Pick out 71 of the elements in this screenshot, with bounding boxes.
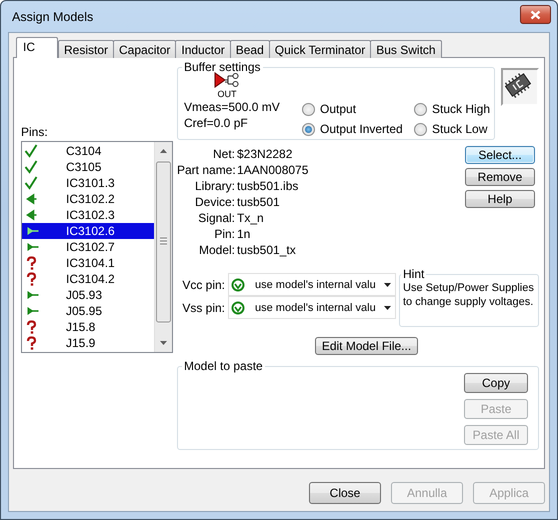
tab[interactable]: Capacitor (113, 40, 176, 58)
symbol-label: OUT (218, 89, 236, 99)
paste-group-button[interactable]: Copy (464, 373, 528, 393)
check-icon (24, 160, 40, 174)
side-button[interactable]: Remove (465, 168, 535, 186)
radio-option[interactable]: Stuck High (414, 99, 490, 119)
detail-value: tusb501.ibs (237, 179, 300, 195)
pin-item[interactable]: C3104 (22, 143, 154, 159)
pin-item[interactable]: IC3102.6 (22, 223, 154, 239)
detail-value: $23N2282 (237, 147, 294, 163)
tab[interactable]: IC (16, 37, 58, 58)
check-icon (24, 176, 40, 190)
radio-button[interactable] (414, 102, 427, 116)
detail-value: tusb501_tx (237, 243, 297, 259)
detail-label: Device: (194, 195, 235, 211)
detail-value: tusb501 (237, 195, 281, 211)
check-icon (24, 144, 40, 158)
pin-item[interactable]: J05.95 (22, 303, 154, 319)
window-title: Assign Models (12, 10, 94, 24)
pin-item[interactable]: C3105 (22, 159, 154, 175)
group-title: Model to paste (183, 359, 264, 373)
cref-text: Cref=0.0 pF (184, 115, 248, 131)
footer-button[interactable]: Close (309, 482, 381, 504)
edit-model-button[interactable]: Edit Model File... (315, 337, 418, 355)
caret-icon (383, 304, 392, 310)
detail-label: Net: (212, 147, 235, 163)
supply-dropdown[interactable]: use model's internal valu (228, 296, 396, 319)
group-title: Hint (402, 267, 426, 281)
buffer-symbol-icon (214, 72, 240, 88)
pin-item[interactable]: IC3104.2 (22, 271, 154, 287)
radio-option[interactable]: Output Inverted (302, 119, 414, 139)
tab[interactable]: Bead (230, 40, 270, 58)
detail-label: Model: (198, 243, 235, 259)
side-button[interactable]: Select... (465, 146, 535, 164)
pin-label: Vcc pin: (181, 278, 225, 292)
pin-item[interactable]: IC3102.7 (22, 239, 154, 255)
close-icon (530, 10, 541, 20)
detail-label: Part name: (177, 163, 235, 179)
pin-item[interactable]: IC3102.2 (22, 191, 154, 207)
radio-button[interactable] (414, 122, 427, 136)
detail-label: Pin: (213, 227, 235, 243)
supply-icon (231, 278, 245, 292)
side-button[interactable]: Help (465, 190, 535, 208)
pin-item[interactable]: J15.9 (22, 335, 154, 351)
detail-label: Library: (194, 179, 235, 195)
detail-value: 1n (237, 227, 252, 243)
pin-item[interactable]: IC3101.3 (22, 175, 154, 191)
detail-label: Signal: (197, 211, 235, 227)
tab[interactable]: Bus Switch (370, 40, 442, 58)
radio-option[interactable]: Stuck Low (414, 119, 490, 139)
detail-value: 1AAN008075 (237, 163, 310, 179)
pin-item[interactable]: J05.93 (22, 287, 154, 303)
pin-item[interactable]: IC3104.1 (22, 255, 154, 271)
pin-item[interactable]: IC3102.3 (22, 207, 154, 223)
tab[interactable]: Quick Terminator (268, 40, 372, 58)
radio-option[interactable]: Output (302, 99, 414, 119)
close-button[interactable] (520, 5, 551, 24)
supply-dropdown[interactable]: use model's internal valu (228, 273, 396, 296)
pins-label: Pins: (21, 125, 49, 139)
tab[interactable]: Inductor (175, 40, 231, 58)
supply-icon (231, 300, 245, 314)
radio-button[interactable] (302, 122, 315, 136)
tab[interactable]: Resistor (58, 40, 114, 58)
pin-item[interactable]: J15.8 (22, 319, 154, 335)
detail-value: Tx_n (237, 211, 265, 227)
pin-label: Vss pin: (181, 300, 225, 314)
hint-text: Use Setup/Power Supplies to change supply voltages. (403, 281, 535, 309)
radio-button[interactable] (302, 102, 315, 116)
vmeas-text: Vmeas=500.0 mV (184, 99, 280, 115)
group-title: Buffer settings (183, 60, 262, 74)
caret-icon (383, 282, 392, 288)
